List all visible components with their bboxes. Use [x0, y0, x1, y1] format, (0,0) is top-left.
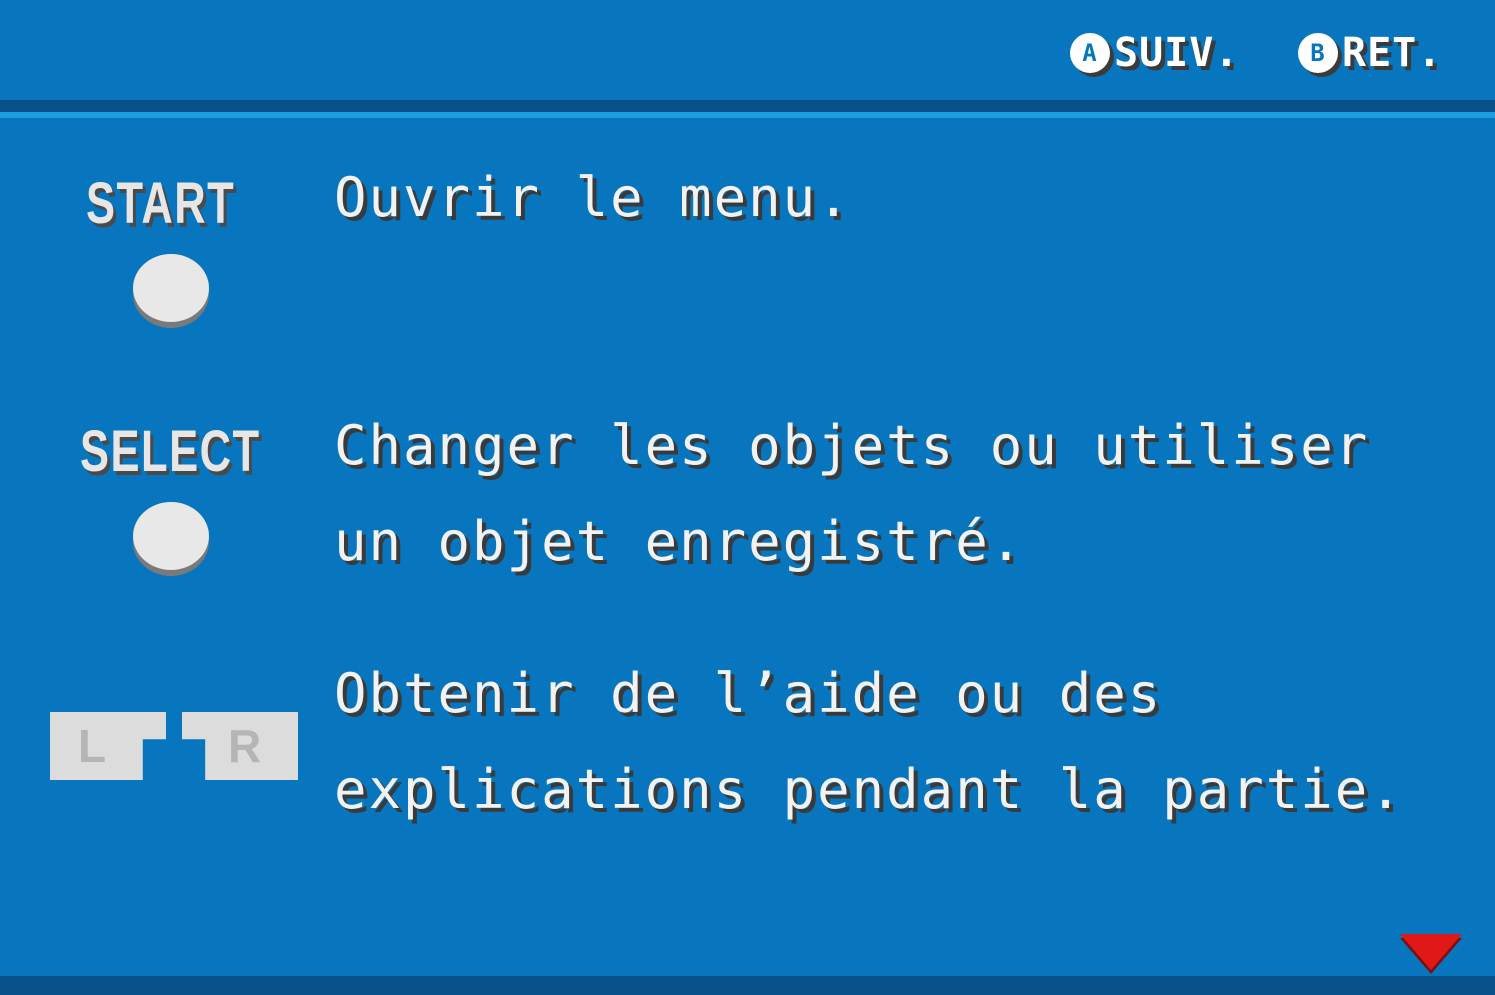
lr-description-line1: Obtenir de l’aide ou des — [334, 662, 1163, 725]
r-button-icon: R — [182, 712, 298, 780]
lr-description-line2: explications pendant la partie. — [334, 758, 1404, 821]
l-button-label: L — [78, 720, 107, 772]
next-label: SUIV. — [1114, 30, 1240, 76]
lr-description: Obtenir de l’aide ou des explications pe… — [334, 646, 1404, 838]
bottom-border — [0, 976, 1495, 995]
start-description-line: Ouvrir le menu. — [334, 166, 852, 229]
select-description-line1: Changer les objets ou utiliser — [334, 414, 1370, 477]
select-description: Changer les objets ou utiliser un objet … — [334, 398, 1369, 590]
header-divider-highlight — [0, 112, 1495, 118]
start-description: Ouvrir le menu. — [334, 150, 852, 246]
a-button-icon: A — [1070, 33, 1110, 73]
select-description-line2: un objet enregistré. — [334, 510, 1025, 573]
start-button-label: START — [86, 171, 236, 236]
select-button-icon — [133, 502, 209, 570]
back-label: RET. — [1342, 30, 1443, 76]
select-button-label: SELECT — [80, 419, 261, 484]
back-hint[interactable]: B RET. — [1298, 30, 1442, 76]
l-button-icon: L — [50, 712, 166, 780]
controls-help-screen: A SUIV. B RET. START Ouvrir le menu. SEL… — [0, 0, 1495, 995]
header-bar: A SUIV. B RET. — [0, 0, 1495, 100]
header-divider — [0, 100, 1495, 112]
b-button-icon: B — [1298, 33, 1338, 73]
next-hint[interactable]: A SUIV. — [1070, 30, 1239, 76]
start-button-icon — [133, 254, 209, 322]
down-arrow-icon[interactable] — [1400, 934, 1462, 970]
r-button-label: R — [228, 720, 262, 772]
